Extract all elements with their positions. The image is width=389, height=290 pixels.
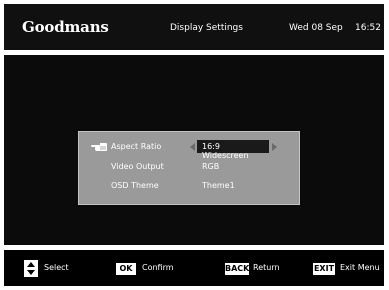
menu-item-label: OSD Theme xyxy=(111,181,159,190)
up-down-arrows-icon[interactable] xyxy=(24,260,38,277)
footer-bar: Select OK Confirm BACK Return EXIT Exit … xyxy=(4,250,384,286)
right-arrow-icon[interactable] xyxy=(272,143,277,151)
menu-item-value: RGB xyxy=(202,162,220,171)
menu-item-value: 16:9 Widescreen xyxy=(202,142,249,160)
menu-item-value: Theme1 xyxy=(202,181,235,190)
ok-key[interactable]: OK xyxy=(116,263,136,275)
confirm-hint-label: Confirm xyxy=(142,263,174,272)
menu-item-label: Video Output xyxy=(111,162,164,171)
select-hint-label: Select xyxy=(44,263,69,272)
menu-item-video-output[interactable]: Video Output RGB xyxy=(79,159,301,175)
back-key[interactable]: BACK xyxy=(225,263,249,275)
pointing-hand-icon xyxy=(91,141,107,152)
exit-menu-hint-label: Exit Menu xyxy=(340,263,380,272)
menu-item-aspect-ratio[interactable]: Aspect Ratio 16:9 Widescreen xyxy=(79,139,301,160)
settings-panel: Aspect Ratio 16:9 Widescreen Video Outpu… xyxy=(78,131,300,205)
menu-item-osd-theme[interactable]: OSD Theme Theme1 xyxy=(79,178,301,194)
return-hint-label: Return xyxy=(253,263,280,272)
menu-item-label: Aspect Ratio xyxy=(111,142,162,151)
date-display: Wed 08 Sep xyxy=(289,23,343,33)
exit-key[interactable]: EXIT xyxy=(313,263,335,275)
selected-value-box[interactable]: 16:9 Widescreen xyxy=(197,140,269,160)
page-title: Display Settings xyxy=(170,23,243,33)
left-arrow-icon[interactable] xyxy=(190,143,195,151)
tv-screen: Goodmans Display Settings Wed 08 Sep 16:… xyxy=(4,4,384,286)
brand-logo: Goodmans xyxy=(22,18,109,36)
header-bar: Goodmans Display Settings Wed 08 Sep 16:… xyxy=(4,4,384,50)
time-display: 16:52 xyxy=(355,23,381,33)
